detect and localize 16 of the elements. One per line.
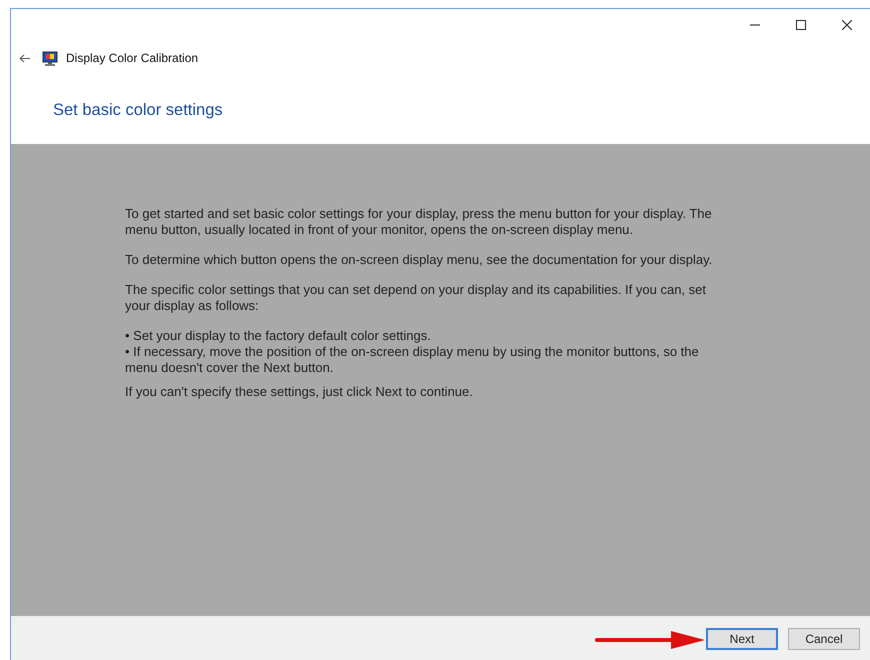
instruction-text: If you can't specify these settings, just click Next to continue. — [125, 384, 474, 400]
pointer-arrow-icon — [595, 629, 707, 651]
maximize-icon — [796, 20, 806, 30]
instruction-text: To get started and set basic color settings for your display, press the menu button for your display. The menu button, usually located in front of your monitor, opens the on-screen display menu. — [125, 206, 713, 238]
window-title: Display Color Calibration — [66, 51, 198, 65]
instruction-text: The specific color settings that you can set depend on your display and its capabilities. If you can, set your display as follows: — [125, 282, 707, 314]
next-button[interactable]: Next — [706, 628, 778, 650]
minimize-icon — [750, 24, 760, 26]
bullet-item: • If necessary, move the position of the on-screen display menu by using the monitor buttons, so the menu doesn't cover the Next button. — [125, 344, 700, 376]
cancel-button[interactable]: Cancel — [788, 628, 860, 650]
page-heading: Set basic color settings — [53, 100, 223, 120]
close-icon — [842, 20, 852, 30]
monitor-icon — [42, 50, 58, 66]
back-arrow-icon[interactable] — [19, 54, 30, 62]
bullet-item: • Set your display to the factory default color settings. — [125, 328, 432, 344]
instruction-text: To determine which button opens the on-screen display menu, see the documentation for your display. — [125, 252, 714, 268]
